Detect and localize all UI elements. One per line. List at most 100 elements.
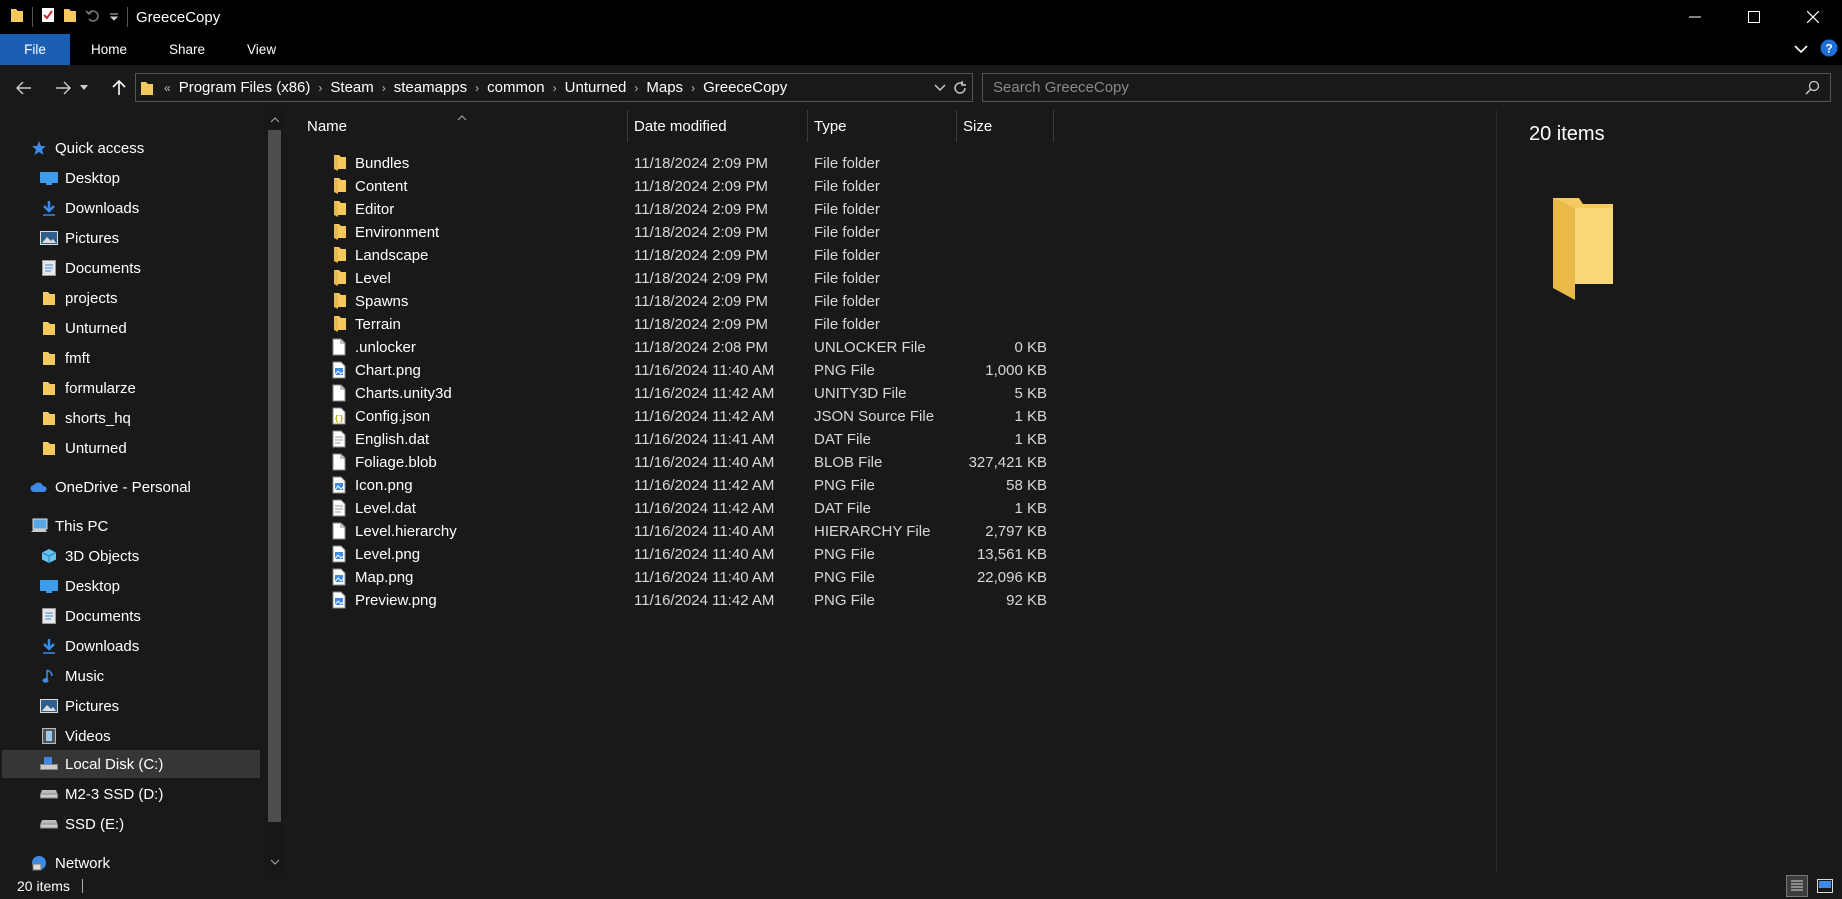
up-button[interactable]: [105, 76, 133, 100]
recent-locations-button[interactable]: [77, 76, 91, 100]
nav-formularze[interactable]: formularze: [40, 374, 262, 402]
breadcrumb-steamapps[interactable]: steamapps: [390, 79, 471, 96]
ribbon-tabs: File Home Share View ?: [0, 34, 1842, 65]
file-size: 1 KB: [1014, 500, 1047, 517]
nav-local-disk-c[interactable]: Local Disk (C:): [2, 750, 260, 778]
tab-share[interactable]: Share: [148, 34, 226, 65]
properties-icon[interactable]: [41, 7, 55, 27]
folder-icon: [40, 439, 58, 457]
undo-icon[interactable]: [85, 7, 101, 27]
column-divider[interactable]: [807, 110, 808, 142]
column-divider[interactable]: [956, 110, 957, 142]
file-date-modified: 11/16/2024 11:40 AM: [634, 546, 775, 563]
image-file-icon: [332, 545, 348, 563]
image-file-icon: [332, 591, 348, 609]
nav-label: Videos: [65, 727, 111, 745]
details-view-button[interactable]: [1786, 875, 1808, 897]
column-name[interactable]: Name: [307, 110, 347, 142]
nav-drive-e[interactable]: SSD (E:): [40, 810, 262, 838]
nav-documents[interactable]: Documents: [40, 254, 262, 282]
chevron-right-icon[interactable]: ›: [378, 81, 390, 95]
nav-downloads[interactable]: Downloads: [40, 194, 262, 222]
tab-view[interactable]: View: [226, 34, 297, 65]
chevron-right-icon[interactable]: ›: [314, 81, 326, 95]
help-icon[interactable]: ?: [1820, 39, 1838, 61]
file-type: File folder: [814, 224, 880, 241]
desktop-icon: [40, 577, 58, 595]
expand-ribbon-icon[interactable]: [1794, 41, 1808, 58]
chevron-right-icon[interactable]: ›: [630, 81, 642, 95]
search-input[interactable]: [983, 79, 1783, 96]
chevron-right-icon[interactable]: ›: [549, 81, 561, 95]
column-size[interactable]: Size: [963, 110, 992, 142]
forward-button[interactable]: [49, 76, 77, 100]
nav-shorts-hq[interactable]: shorts_hq: [40, 404, 262, 432]
large-icons-view-button[interactable]: [1814, 875, 1836, 897]
breadcrumb-unturned[interactable]: Unturned: [561, 79, 631, 96]
nav-unturned[interactable]: Unturned: [40, 434, 262, 462]
folder-icon: [40, 409, 58, 427]
nav-quick-access[interactable]: Quick access: [30, 134, 262, 162]
customize-qat-icon[interactable]: [109, 9, 119, 26]
column-date-modified[interactable]: Date modified: [634, 110, 727, 142]
nav-pc-documents[interactable]: Documents: [40, 602, 262, 630]
maximize-button[interactable]: [1724, 0, 1783, 34]
scroll-up-icon[interactable]: [266, 112, 283, 128]
nav-pc-desktop[interactable]: Desktop: [40, 572, 262, 600]
refresh-button[interactable]: [952, 80, 968, 96]
file-row[interactable]: Preview.png 11/16/2024 11:42 AM PNG File 92…: [303, 587, 1083, 614]
minimize-button[interactable]: [1665, 0, 1724, 34]
nav-drive-d[interactable]: M2-3 SSD (D:): [40, 780, 262, 808]
file-date-modified: 11/18/2024 2:09 PM: [634, 270, 768, 287]
close-icon: [1806, 11, 1819, 23]
nav-label: fmft: [65, 349, 90, 367]
nav-this-pc[interactable]: This PC: [30, 512, 262, 540]
window-title: GreeceCopy: [136, 8, 221, 26]
nav-label: SSD (E:): [65, 815, 125, 833]
nav-label: OneDrive - Personal: [55, 478, 191, 496]
nav-pc-downloads[interactable]: Downloads: [40, 632, 262, 660]
nav-videos[interactable]: Videos: [40, 722, 262, 750]
breadcrumb-maps[interactable]: Maps: [642, 79, 687, 96]
nav-label: Quick access: [55, 139, 145, 157]
nav-desktop[interactable]: Desktop: [40, 164, 262, 192]
nav-network[interactable]: Network: [30, 849, 262, 873]
nav-fmft[interactable]: fmft: [40, 344, 262, 372]
nav-pc-pictures[interactable]: Pictures: [40, 692, 262, 720]
close-button[interactable]: [1783, 0, 1842, 34]
breadcrumb-common[interactable]: common: [483, 79, 549, 96]
address-dropdown-button[interactable]: [934, 84, 946, 92]
column-type[interactable]: Type: [814, 110, 847, 142]
tab-file[interactable]: File: [0, 34, 70, 65]
drive-icon: [40, 785, 58, 803]
file-name: Charts.unity3d: [355, 385, 452, 402]
tab-home[interactable]: Home: [70, 34, 148, 65]
breadcrumb-steam[interactable]: Steam: [326, 79, 377, 96]
back-button[interactable]: [10, 76, 38, 100]
breadcrumb-overflow[interactable]: «: [160, 81, 175, 95]
nav-label: Network: [55, 854, 111, 872]
breadcrumb-greececopy[interactable]: GreeceCopy: [699, 79, 791, 96]
nav-pictures[interactable]: Pictures: [40, 224, 262, 252]
nav-onedrive[interactable]: OneDrive - Personal: [30, 473, 262, 501]
search-icon[interactable]: [1805, 80, 1820, 99]
nav-music[interactable]: Music: [40, 662, 262, 690]
new-folder-icon[interactable]: [63, 7, 77, 27]
scroll-down-icon[interactable]: [266, 854, 283, 870]
chevron-right-icon[interactable]: ›: [471, 81, 483, 95]
divider: [127, 7, 128, 27]
file-date-modified: 11/16/2024 11:42 AM: [634, 477, 775, 494]
scroll-thumb[interactable]: [268, 130, 281, 822]
breadcrumb-program-files[interactable]: Program Files (x86): [175, 79, 315, 96]
nav-unturned-pinned[interactable]: Unturned: [40, 314, 262, 342]
chevron-right-icon[interactable]: ›: [687, 81, 699, 95]
file-name: Bundles: [355, 155, 410, 172]
nav-projects[interactable]: projects: [40, 284, 262, 312]
column-divider[interactable]: [1053, 110, 1054, 142]
file-size: 92 KB: [1006, 592, 1047, 609]
address-bar[interactable]: « Program Files (x86) › Steam › steamapp…: [135, 73, 973, 102]
column-divider[interactable]: [627, 110, 628, 142]
nav-3d-objects[interactable]: 3D Objects: [40, 542, 262, 570]
nav-scrollbar[interactable]: [266, 110, 283, 873]
search-box[interactable]: [982, 73, 1831, 102]
